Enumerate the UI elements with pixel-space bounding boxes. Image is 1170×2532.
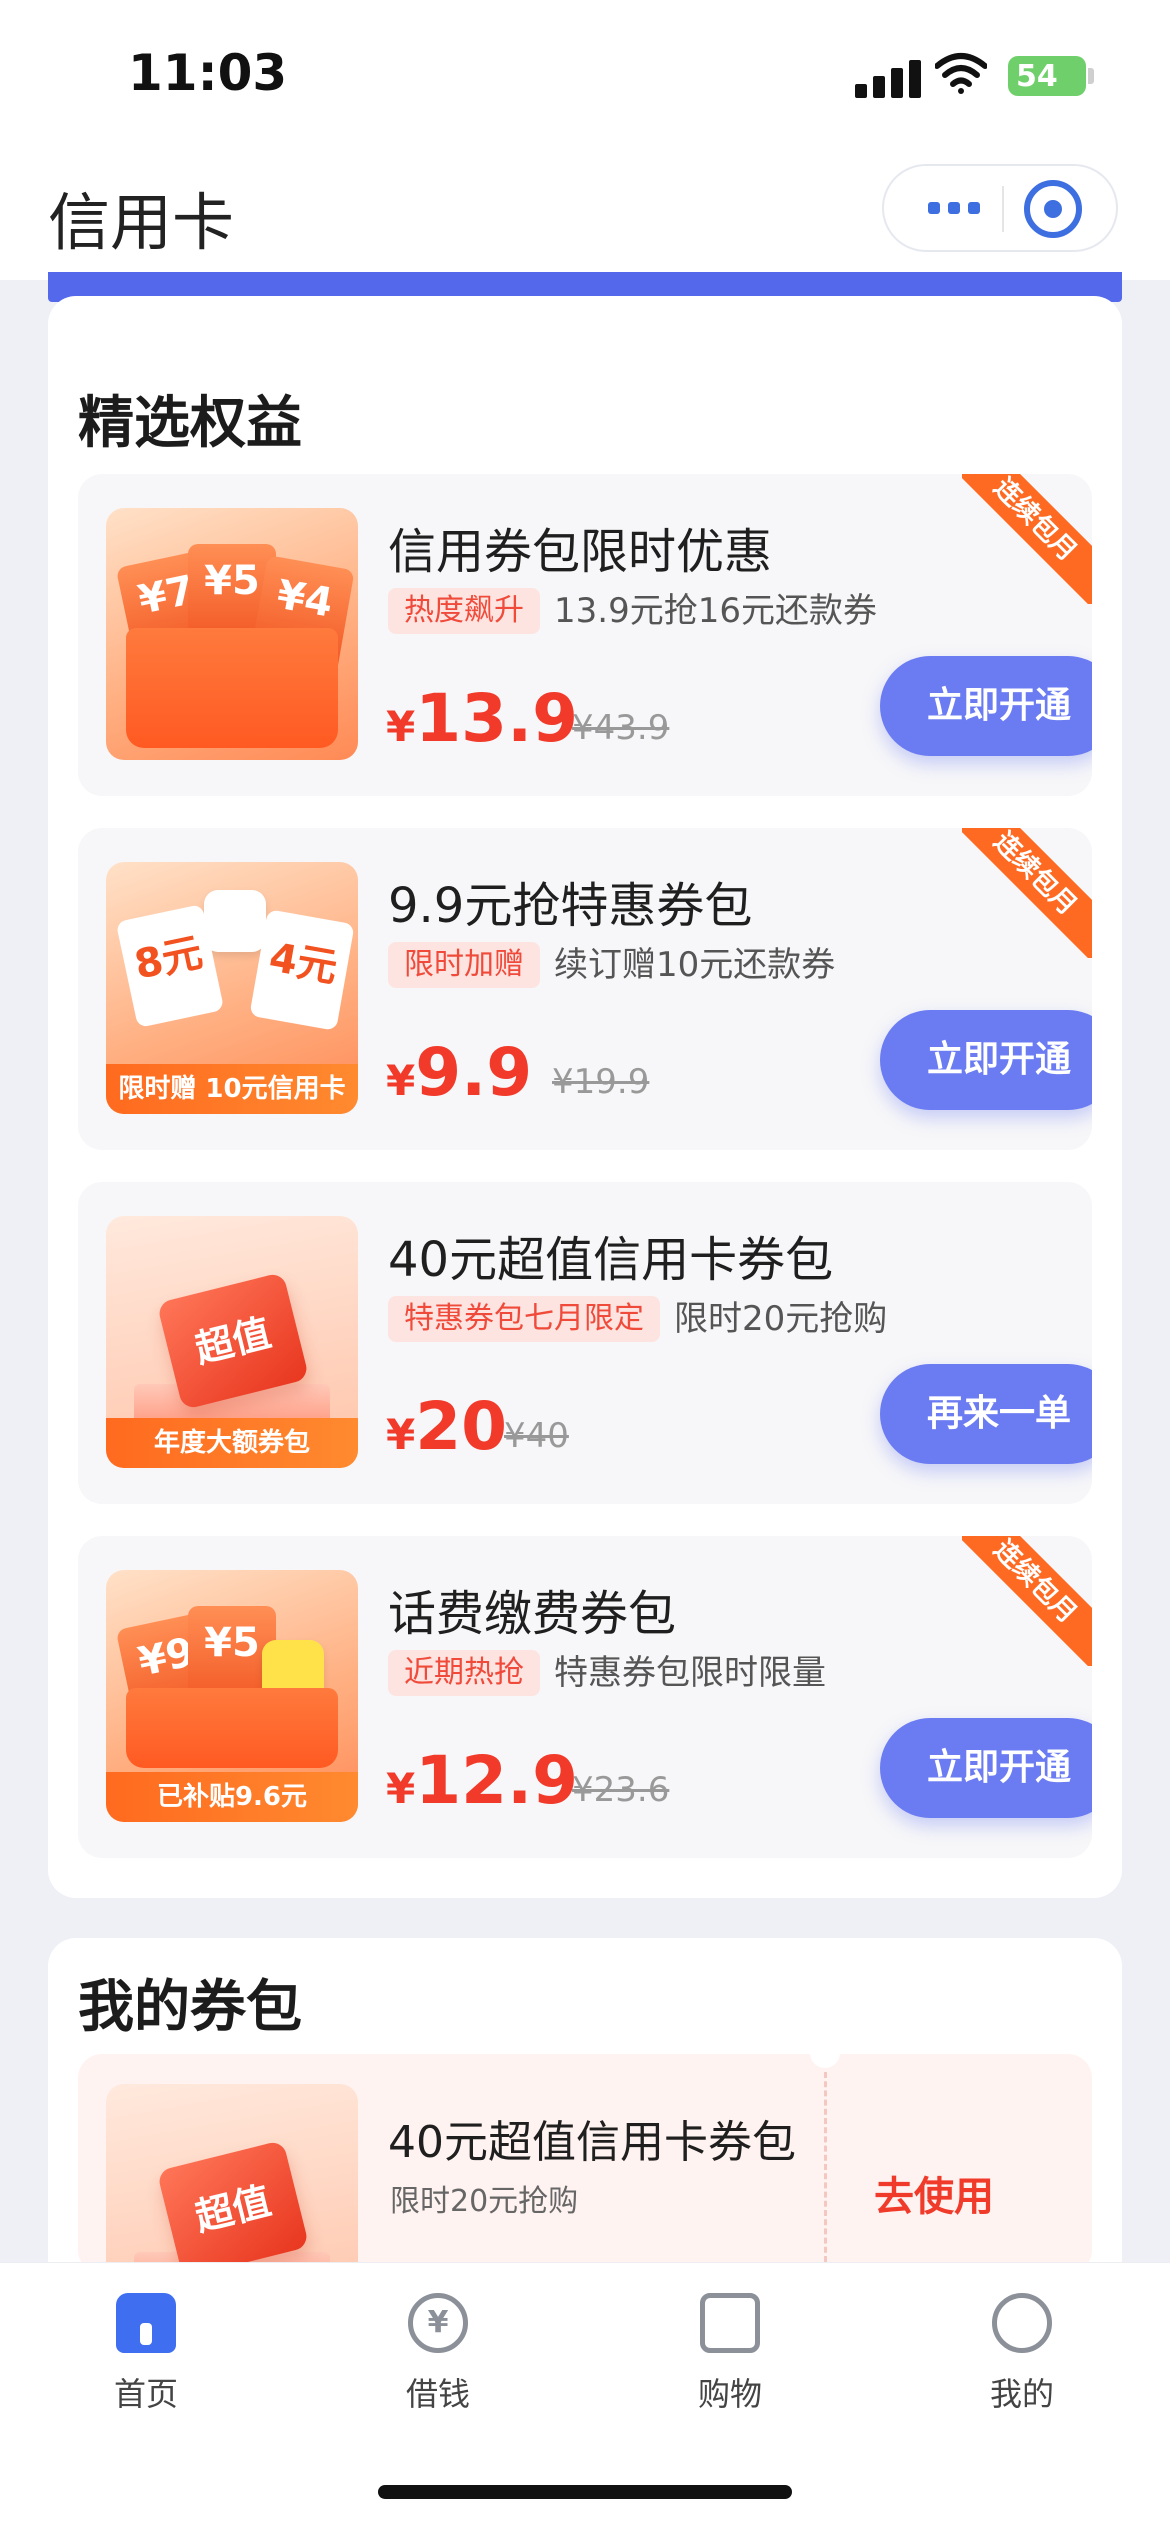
battery-tip — [1088, 68, 1094, 84]
benefit-card[interactable]: ¥7 ¥5 ¥4 信用券包限时优惠 热度飙升 13.9元抢16元还款券 ¥13.… — [78, 474, 1092, 796]
section-title-featured: 精选权益 — [78, 391, 302, 456]
card-tag: 特惠券包七月限定 — [388, 1296, 660, 1342]
coupon-ticket: 4元 — [249, 909, 355, 1031]
ribbon-label: 连续包月 — [962, 828, 1092, 958]
tab-label: 首页 — [113, 2375, 178, 2413]
close-mini-program-icon[interactable] — [1024, 180, 1082, 238]
tab-label: 我的 — [989, 2375, 1054, 2413]
price-currency: ¥ — [386, 1764, 416, 1813]
image-caption: 限时赠 10元信用卡券 — [106, 1064, 358, 1114]
benefit-card[interactable]: 超值 年度大额券包 40元超值信用卡券包 特惠券包七月限定 限时20元抢购 ¥2… — [78, 1182, 1092, 1504]
yen-icon: ¥ — [408, 2293, 468, 2353]
coupon-title: 40元超值信用卡券包 — [388, 2117, 796, 2168]
card-subtitle: 限时20元抢购 — [674, 1299, 888, 1339]
original-price: ¥43.9 — [572, 708, 670, 748]
card-tag: 近期热抢 — [388, 1650, 540, 1696]
reorder-button[interactable]: 再来一单 — [880, 1364, 1092, 1464]
gift-box — [126, 1688, 338, 1768]
my-coupon-card[interactable]: 超值 40元超值信用卡券包 限时20元抢购 去使用 — [78, 2054, 1092, 2274]
navigation-header: 信用卡 — [0, 150, 1170, 280]
activate-button[interactable]: 立即开通 — [880, 1718, 1092, 1818]
capsule-divider — [1002, 186, 1004, 232]
activate-button[interactable]: 立即开通 — [880, 656, 1092, 756]
card-title: 9.9元抢特惠券包 — [388, 878, 753, 934]
coupon-pack-image: ¥9 ¥5 已补贴9.6元 — [106, 1570, 358, 1822]
status-bar: 11:03 54 — [0, 0, 1170, 150]
card-title: 话费缴费券包 — [388, 1586, 677, 1642]
ribbon: 连续包月 — [962, 474, 1092, 604]
card-title: 信用券包限时优惠 — [388, 524, 773, 580]
price: ¥13.9 — [386, 680, 578, 757]
card-tag: 热度飙升 — [388, 588, 540, 634]
tab-label: 借钱 — [405, 2375, 470, 2413]
wifi-icon — [935, 53, 987, 94]
benefit-card[interactable]: 8元 4元 限时赠 10元信用卡券 9.9元抢特惠券包 限时加赠 续订赠10元还… — [78, 828, 1092, 1150]
card-subtitle: 续订赠10元还款券 — [554, 945, 836, 985]
card-title: 40元超值信用卡券包 — [388, 1232, 834, 1288]
price-currency: ¥ — [386, 702, 416, 751]
price: ¥20 — [386, 1388, 507, 1465]
tab-borrow[interactable]: ¥ 借钱 — [358, 2293, 518, 2415]
ribbon: 连续包月 — [962, 1536, 1092, 1666]
featured-benefits-panel: 精选权益 ¥7 ¥5 ¥4 信用券包限时优惠 热度飙升 13.9元抢16元还款券… — [48, 296, 1122, 1898]
coupon-subtitle: 限时20元抢购 — [390, 2184, 579, 2219]
card-subtitle: 13.9元抢16元还款券 — [554, 591, 877, 631]
price-value: 12.9 — [415, 1742, 579, 1819]
benefit-card[interactable]: ¥9 ¥5 已补贴9.6元 话费缴费券包 近期热抢 特惠券包限时限量 ¥12.9… — [78, 1536, 1092, 1858]
tab-profile[interactable]: 我的 — [942, 2293, 1102, 2415]
coupon-pack-image: 超值 — [106, 2084, 358, 2274]
price-value: 20 — [415, 1388, 508, 1465]
tab-shopping[interactable]: 购物 — [650, 2293, 810, 2415]
dashed-divider — [824, 2072, 827, 2262]
youku-app-icon — [204, 890, 266, 952]
original-price: ¥23.6 — [572, 1770, 670, 1810]
battery-level: 54 — [1016, 58, 1058, 94]
price: ¥12.9 — [386, 1742, 578, 1819]
use-coupon-button[interactable]: 去使用 — [874, 2164, 994, 2222]
price-value: 13.9 — [415, 680, 579, 757]
activate-button[interactable]: 立即开通 — [880, 1010, 1092, 1110]
image-caption: 年度大额券包 — [106, 1418, 358, 1468]
status-time: 11:03 — [128, 44, 288, 102]
battery-icon: 54 — [1008, 56, 1086, 96]
ribbon-label: 连续包月 — [962, 474, 1092, 604]
original-price: ¥19.9 — [552, 1062, 650, 1102]
card-tag: 限时加赠 — [388, 942, 540, 988]
home-indicator — [378, 2485, 792, 2499]
card-subtitle: 特惠券包限时限量 — [554, 1653, 826, 1693]
mini-program-capsule — [882, 164, 1118, 252]
price-currency: ¥ — [386, 1410, 416, 1459]
price-currency: ¥ — [386, 1056, 416, 1105]
ribbon: 连续包月 — [962, 828, 1092, 958]
section-title-my-coupons: 我的券包 — [78, 1975, 302, 2040]
ticket-notch — [810, 2054, 840, 2068]
coupon-pack-image: 超值 年度大额券包 — [106, 1216, 358, 1468]
gift-box — [126, 628, 338, 748]
bottom-tab-bar: 首页 ¥ 借钱 购物 我的 — [0, 2262, 1170, 2532]
ribbon-label: 连续包月 — [962, 1536, 1092, 1666]
cellular-signal-icon — [855, 60, 921, 98]
coupon-pack-image: ¥7 ¥5 ¥4 — [106, 508, 358, 760]
profile-icon — [992, 2293, 1052, 2353]
more-options-icon[interactable] — [914, 166, 994, 250]
price-value: 9.9 — [415, 1034, 533, 1111]
tab-home[interactable]: 首页 — [66, 2293, 226, 2415]
shopping-bag-icon — [700, 2293, 760, 2353]
original-price: ¥40 — [504, 1416, 569, 1456]
page-title: 信用卡 — [48, 186, 235, 259]
coupon-pack-image: 8元 4元 限时赠 10元信用卡券 — [106, 862, 358, 1114]
tab-label: 购物 — [697, 2375, 762, 2413]
price: ¥9.9 — [386, 1034, 532, 1111]
home-icon — [116, 2293, 176, 2353]
image-caption: 已补贴9.6元 — [106, 1772, 358, 1822]
